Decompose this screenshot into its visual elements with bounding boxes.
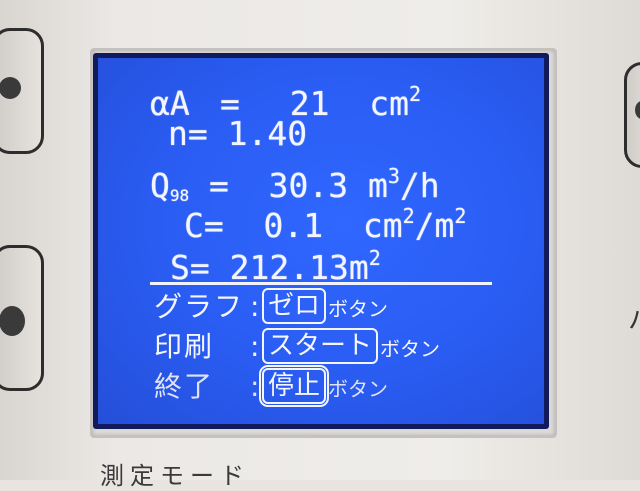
- menu-row-exit: 終了: 停止 ボタン: [154, 365, 389, 408]
- button-suffix: ボタン: [380, 337, 441, 361]
- zero-button[interactable]: ゼロ: [262, 288, 327, 324]
- divider-line: [150, 282, 492, 285]
- mode-label: 測定モード: [100, 462, 250, 490]
- connector-socket-icon: [0, 306, 25, 336]
- n-value: 1.40: [227, 114, 308, 153]
- row-s-value: S= 212.13m2: [170, 240, 381, 286]
- colon: :: [250, 370, 260, 403]
- equals-sign: =: [187, 114, 208, 153]
- left-upper-connector: [0, 28, 44, 154]
- s-value: 212.13: [229, 248, 349, 287]
- row-c-value: C= 0.1 cm2/m2: [184, 198, 466, 244]
- row-n-value: n= 1.40: [168, 116, 307, 152]
- print-label: 印刷: [154, 330, 215, 363]
- side-marking: ハ: [628, 300, 640, 337]
- graph-label: グラフ: [154, 290, 245, 323]
- connector-socket-icon: [0, 77, 21, 99]
- c-value: 0.1: [263, 206, 324, 245]
- button-suffix: ボタン: [328, 377, 389, 401]
- exit-label: 終了: [154, 370, 215, 403]
- s-unit: m2: [348, 246, 381, 287]
- s-label: S: [170, 248, 190, 287]
- right-connector: [624, 62, 640, 168]
- colon: :: [250, 290, 260, 323]
- start-button[interactable]: スタート: [262, 328, 379, 364]
- stop-button[interactable]: 停止: [258, 365, 330, 407]
- equals-sign: =: [203, 206, 224, 245]
- menu-row-print: 印刷: スタート ボタン: [154, 328, 440, 368]
- left-lower-connector: [0, 245, 44, 391]
- lcd-screen: αA = 21 cm2 n= 1.40 Q98 = 30.3 m3/h C= 0.…: [98, 58, 544, 424]
- equals-sign: =: [189, 248, 210, 287]
- c-unit: cm2/m2: [362, 204, 467, 245]
- colon: :: [250, 330, 260, 363]
- button-suffix: ボタン: [328, 297, 389, 321]
- menu-row-graph: グラフ: ゼロ ボタン: [154, 288, 388, 328]
- c-label: C: [184, 206, 204, 245]
- connector-socket-icon: [635, 101, 640, 119]
- n-label: n: [168, 114, 188, 153]
- area-unit: cm2: [369, 82, 422, 123]
